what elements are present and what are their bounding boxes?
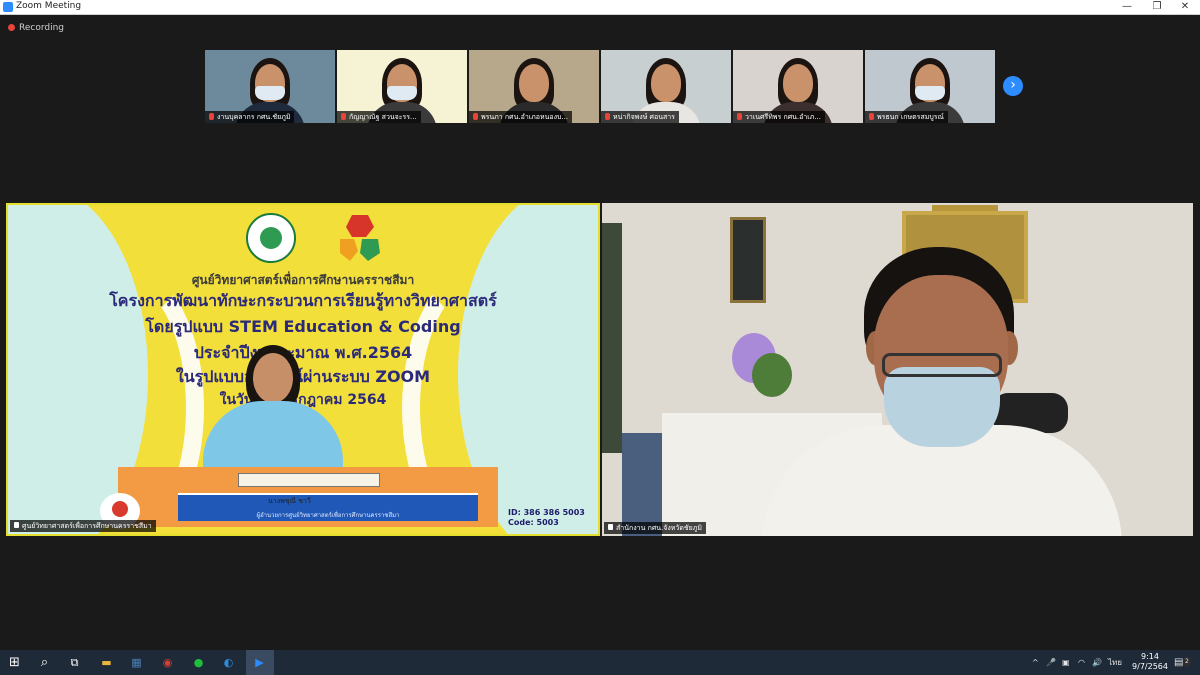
participant-tile[interactable]: กัญญาณัฐ สวนจะรร... xyxy=(337,50,467,123)
speaker-name-right: สำนักงาน กศน.จังหวัดชัยภูมิ xyxy=(604,522,706,534)
file-explorer-icon[interactable]: ▬ xyxy=(98,654,115,671)
participant-name: กัญญาณัฐ สวนจะรร... xyxy=(337,111,421,123)
window-title: Zoom Meeting xyxy=(16,1,82,11)
muted-mic-icon xyxy=(473,113,478,120)
restore-button[interactable]: ❐ xyxy=(1142,0,1172,14)
input-language[interactable]: ไทย xyxy=(1108,650,1122,675)
slide-line-1: ศูนย์วิทยาศาสตร์เพื่อการศึกษานครราชสีมา xyxy=(191,273,415,287)
record-dot-icon xyxy=(8,24,15,31)
zoom-logo-icon xyxy=(3,2,13,12)
tray-overflow-icon[interactable]: ^ xyxy=(1032,650,1039,675)
presenter-position: ผู้อำนวยการศูนย์วิทยาศาสตร์เพื่อการศึกษา… xyxy=(256,512,400,519)
eyeglasses xyxy=(882,353,1002,377)
muted-mic-icon xyxy=(737,113,742,120)
presentation-slide: ศูนย์วิทยาศาสตร์เพื่อการศึกษานครราชสีมา … xyxy=(8,205,598,534)
chrome-icon[interactable]: ◉ xyxy=(159,654,176,671)
muted-mic-icon xyxy=(341,113,346,120)
muted-mic-icon xyxy=(869,113,874,120)
windows-taskbar: ⊞ ⌕ ⧉ ▬ ▦ ◉ ● ◐ ▶ ^ 🎤 ▣ ◠ 🔊 ไทย 9:14 9/7… xyxy=(0,650,1200,675)
display-icon[interactable]: ▣ xyxy=(1062,650,1070,675)
meeting-id: ID: 386 386 5003 xyxy=(508,508,585,517)
minimize-button[interactable]: — xyxy=(1112,0,1142,14)
recording-indicator[interactable]: Recording xyxy=(8,23,64,33)
microphone-icon[interactable]: 🎤 xyxy=(1046,650,1056,675)
project-logo-icon xyxy=(340,215,380,261)
network-icon[interactable]: ◠ xyxy=(1078,650,1085,675)
meeting-info: ID: 386 386 5003 Code: 5003 xyxy=(508,508,585,528)
speaker-video-right[interactable]: สำนักงาน กศน.จังหวัดชัยภูมิ xyxy=(602,203,1193,536)
volume-icon[interactable]: 🔊 xyxy=(1092,650,1102,675)
next-page-button[interactable]: › xyxy=(1003,76,1023,96)
pin-icon xyxy=(14,522,19,528)
muted-mic-icon xyxy=(209,113,214,120)
calculator-icon[interactable]: ▦ xyxy=(128,654,145,671)
windows-start-icon[interactable]: ⊞ xyxy=(6,654,23,671)
speaker-name-left: ศูนย์วิทยาศาสตร์เพื่อการศึกษานครราชสีมา xyxy=(10,520,156,532)
participant-name: พรธนก เกษตรสมบูรณ์ xyxy=(865,111,949,123)
organization-seal-icon xyxy=(246,213,296,263)
presenter-figure xyxy=(193,345,353,485)
participant-tile[interactable]: วาเนศรีทิพร กศน.อำเภ... xyxy=(733,50,863,123)
speaker-video-left[interactable]: ศูนย์วิทยาศาสตร์เพื่อการศึกษานครราชสีมา … xyxy=(6,203,600,536)
task-view-icon[interactable]: ⧉ xyxy=(66,654,83,671)
participant-name: หน่ากิจพงษ์ ศอนสาร xyxy=(601,111,679,123)
muted-mic-icon xyxy=(605,113,610,120)
slide-line-2: โครงการพัฒนาทักษะกระบวนการเรียนรู้ทางวิท… xyxy=(109,291,497,310)
close-button[interactable]: ✕ xyxy=(1170,0,1200,14)
recording-label: Recording xyxy=(19,23,65,33)
clock-date: 9/7/2564 xyxy=(1132,662,1168,671)
notification-count-badge: 2 xyxy=(1183,657,1191,667)
window-titlebar: Zoom Meeting — ❐ ✕ xyxy=(0,0,1200,15)
participant-tile[interactable]: หน่ากิจพงษ์ ศอนสาร xyxy=(601,50,731,123)
meeting-stage: Recording งานบุคลากร กศน.ชัยภูมิ กัญญาณั… xyxy=(0,15,1200,650)
participant-name: งานบุคลากร กศน.ชัยภูมิ xyxy=(205,111,295,123)
pin-icon xyxy=(608,524,613,530)
meeting-passcode: Code: 5003 xyxy=(508,518,559,527)
face-mask xyxy=(884,367,1000,447)
search-icon[interactable]: ⌕ xyxy=(36,654,53,671)
video-scene xyxy=(602,203,1193,536)
participant-tile[interactable]: พรธนก เกษตรสมบูรณ์ xyxy=(865,50,995,123)
participant-tile[interactable]: พรนภา กศน.อำเภอหนองบ... xyxy=(469,50,599,123)
slide-line-3: โดยรูปแบบ STEM Education & Coding xyxy=(145,317,461,336)
presenter-title: นางพชุณี ชาวี xyxy=(268,497,311,505)
wall-portrait xyxy=(730,217,766,303)
clock-time: 9:14 xyxy=(1141,652,1159,661)
zoom-icon[interactable]: ▶ xyxy=(251,654,268,671)
participant-tile[interactable]: งานบุคลากร กศน.ชัยภูมิ xyxy=(205,50,335,123)
participant-name: พรนภา กศน.อำเภอหนองบ... xyxy=(469,111,573,123)
participant-name: วาเนศรีทิพร กศน.อำเภ... xyxy=(733,111,825,123)
edge-icon[interactable]: ◐ xyxy=(220,654,237,671)
system-clock[interactable]: 9:14 9/7/2564 xyxy=(1130,652,1170,672)
line-icon[interactable]: ● xyxy=(190,654,207,671)
